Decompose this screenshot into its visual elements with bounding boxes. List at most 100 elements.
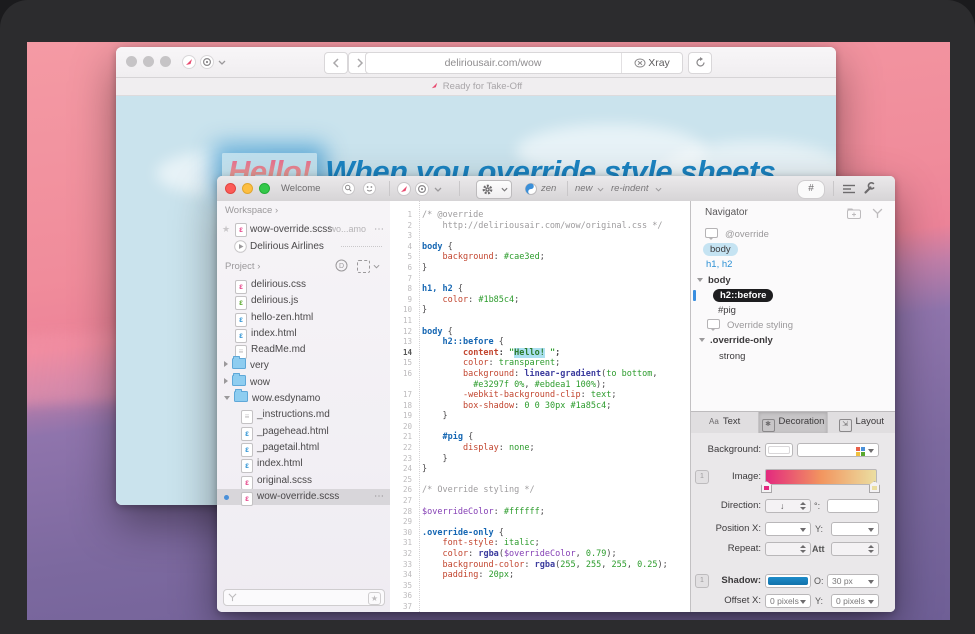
background-style-dropdown[interactable]: [797, 443, 879, 457]
file-row-_pagetail.html[interactable]: ε_pagetail.html: [217, 440, 390, 456]
navigator-item-h1-h2[interactable]: h1, h2: [691, 257, 895, 272]
editor-titlebar[interactable]: Welcome zen new r: [217, 176, 895, 202]
code-line-35[interactable]: 35: [390, 581, 690, 592]
code-line-13[interactable]: 13 h2::before {: [390, 337, 690, 348]
zoom-button[interactable]: [259, 183, 270, 194]
xray-button[interactable]: Xray: [621, 53, 682, 73]
file-row-hello-zen.html[interactable]: εhello-zen.html: [217, 310, 390, 326]
code-line-15[interactable]: 15 color: transparent;: [390, 358, 690, 369]
disclosure-triangle[interactable]: [224, 361, 228, 367]
file-row-_instructions.md[interactable]: ≡_instructions.md: [217, 407, 390, 423]
smiley-icon[interactable]: [363, 182, 376, 195]
target-icon[interactable]: [200, 55, 214, 69]
file-row-delirious.css[interactable]: εdelirious.css: [217, 277, 390, 293]
direction-stepper[interactable]: ↓: [765, 499, 811, 513]
file-row-delirious.js[interactable]: εdelirious.js: [217, 293, 390, 309]
disclosure-triangle[interactable]: [224, 396, 230, 400]
chevron-down-icon[interactable]: [218, 60, 226, 65]
disclosure-triangle[interactable]: [697, 278, 703, 282]
position-y-dropdown[interactable]: [831, 522, 879, 536]
code-line-24[interactable]: 24}: [390, 464, 690, 475]
tab-layout[interactable]: ⇲Layout: [828, 412, 895, 433]
favorites-filter-button[interactable]: ★: [368, 592, 381, 605]
navigator-item--override-only[interactable]: .override-only: [691, 333, 895, 348]
shadow-blur-dropdown[interactable]: 30 px: [827, 574, 879, 588]
hash-button[interactable]: #: [797, 180, 825, 199]
disclosure-triangle[interactable]: [224, 378, 228, 384]
code-line-32[interactable]: 32 color: rgba($overrideColor, 0.79);: [390, 549, 690, 560]
back-button[interactable]: [324, 52, 348, 74]
repeat-stepper[interactable]: [765, 542, 811, 556]
tab-text[interactable]: AaText: [691, 412, 759, 433]
sidebar-filter-field[interactable]: ★: [223, 589, 385, 606]
file-row-wow[interactable]: wow: [217, 375, 390, 391]
code-line-10[interactable]: 10}: [390, 305, 690, 316]
search-icon[interactable]: [342, 182, 355, 195]
wrench-icon[interactable]: [863, 182, 876, 195]
code-line-30[interactable]: 30.override-only {: [390, 528, 690, 539]
navigator-item-strong[interactable]: strong: [691, 349, 895, 364]
code-line-3[interactable]: 3: [390, 231, 690, 242]
file-row-index.html[interactable]: εindex.html: [217, 326, 390, 342]
minimize-button[interactable]: [143, 56, 154, 67]
tab-decoration[interactable]: ✱Decoration: [759, 412, 827, 433]
zen-icon[interactable]: [525, 183, 537, 195]
rocket-icon[interactable]: [182, 55, 196, 69]
code-line-7[interactable]: 7: [390, 274, 690, 285]
minimize-button[interactable]: [242, 183, 253, 194]
address-bar[interactable]: deliriousair.com/wow Xray: [365, 52, 683, 74]
more-icon[interactable]: ⋯: [374, 221, 384, 238]
code-line-21[interactable]: 21 #pig {: [390, 432, 690, 443]
file-row-_pagehead.html[interactable]: ε_pagehead.html: [217, 424, 390, 440]
code-line-31[interactable]: 31 font-style: italic;: [390, 538, 690, 549]
folder-settings-icon[interactable]: [357, 260, 370, 273]
code-line-1[interactable]: 1/* @override: [390, 210, 690, 221]
add-group-icon[interactable]: [847, 208, 861, 219]
workspace-file-row[interactable]: ★ ε wow-override.scss wo...amo ⋯: [217, 221, 390, 238]
code-line-34[interactable]: 34 padding: 20px;: [390, 570, 690, 581]
zen-label[interactable]: zen: [541, 176, 556, 201]
code-line-8[interactable]: 8h1, h2 {: [390, 284, 690, 295]
code-line-19[interactable]: 19 }: [390, 411, 690, 422]
code-line-17[interactable]: 17 -webkit-background-clip: text;: [390, 390, 690, 401]
code-line-2[interactable]: 2 http://deliriousair.com/wow/original.c…: [390, 221, 690, 232]
code-line-22[interactable]: 22 display: none;: [390, 443, 690, 454]
position-x-dropdown[interactable]: [765, 522, 811, 536]
offset-x-dropdown[interactable]: 0 pixels: [765, 594, 811, 608]
code-line-36[interactable]: 36: [390, 591, 690, 602]
target-icon[interactable]: [415, 182, 429, 196]
chevron-down-icon[interactable]: [597, 187, 604, 192]
code-line-33[interactable]: 33 background-color: rgba(255, 255, 255,…: [390, 560, 690, 571]
project-section-label[interactable]: Project ›: [225, 261, 260, 272]
more-icon[interactable]: ⋯: [374, 489, 384, 505]
navigator-item-body[interactable]: body: [691, 242, 895, 257]
code-line-25[interactable]: 25: [390, 475, 690, 486]
chevron-down-icon[interactable]: [434, 187, 442, 192]
code-line-16[interactable]: 16 background: linear-gradient(to bottom…: [390, 369, 690, 380]
close-button[interactable]: [126, 56, 137, 67]
reload-button[interactable]: [688, 52, 712, 74]
publish-settings-icon[interactable]: D: [335, 259, 348, 272]
new-menu[interactable]: new: [575, 176, 592, 201]
navigator-item-h2-before[interactable]: h2::before: [691, 288, 895, 303]
star-icon[interactable]: ★: [222, 221, 230, 238]
code-line-4[interactable]: 4body {: [390, 242, 690, 253]
code-line-11[interactable]: 11: [390, 316, 690, 327]
reindent-menu[interactable]: re-indent: [611, 176, 649, 201]
close-button[interactable]: [225, 183, 236, 194]
workspace-section-label[interactable]: Workspace ›: [225, 205, 278, 216]
file-row-wow-override.scss[interactable]: εwow-override.scss⋯: [217, 489, 390, 505]
lines-icon[interactable]: [843, 184, 856, 194]
direction-degree-input[interactable]: [827, 499, 879, 513]
actions-gear-button[interactable]: [476, 180, 512, 199]
code-line-20[interactable]: 20: [390, 422, 690, 433]
chevron-down-icon[interactable]: [373, 264, 380, 269]
code-line-37[interactable]: 37: [390, 602, 690, 612]
offset-y-dropdown[interactable]: 0 pixels: [831, 594, 879, 608]
shadow-color-swatch[interactable]: [765, 574, 811, 588]
code-line-9[interactable]: 9 color: #1b85c4;: [390, 295, 690, 306]
code-line-27[interactable]: 27: [390, 496, 690, 507]
workspace-site-row[interactable]: Delirious Airlines: [217, 238, 390, 255]
code-line-23[interactable]: 23 }: [390, 454, 690, 465]
code-editor[interactable]: 1/* @override2 http://deliriousair.com/w…: [390, 201, 690, 612]
